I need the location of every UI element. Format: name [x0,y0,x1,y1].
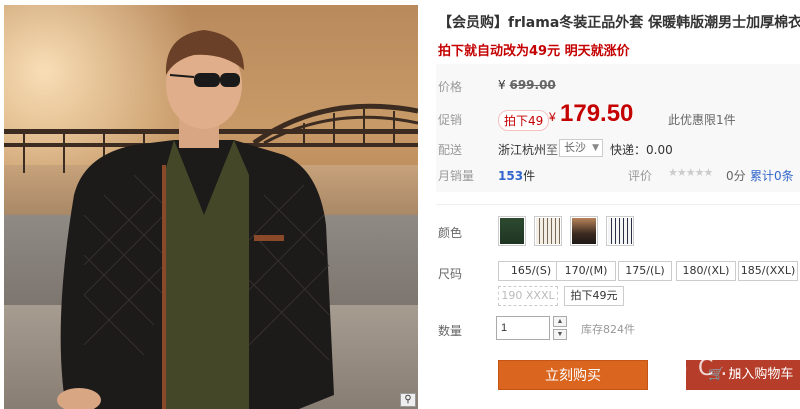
price-currency-symbol: ¥ [549,110,556,124]
current-price: 179.50 [560,100,634,127]
color-label: 颜色 [438,226,463,240]
watermark-text: C ... [698,356,742,381]
product-photo[interactable]: ⚲ [4,5,418,409]
color-swatch-brown[interactable] [570,216,598,246]
promo-badge: 拍下49 [498,110,550,131]
promo-limit-text: 此优惠限1件 [668,113,736,127]
watermark-logo: tt [660,356,687,389]
quantity-decrease-icon[interactable]: ▼ [553,329,567,340]
size-option-xxxl: 190 XXXL [498,286,558,306]
quantity-increase-icon[interactable]: ▲ [553,316,567,327]
cumulative-count: 0 [774,169,782,183]
size-option-l[interactable]: 175/(L) [618,261,672,281]
color-swatch-white-striped[interactable] [534,216,562,246]
shipping-label: 配送 [438,143,463,157]
destination-city-select[interactable]: 长沙 ▼ [559,139,603,157]
cumulative-prefix: 累计 [750,169,775,183]
shipping-fee: 快递：0.00 [610,143,673,157]
rating-label: 评价 [628,169,653,183]
stock-count: 库存824件 [581,323,635,336]
monthly-sales-label: 月销量 [438,169,475,183]
size-option-m[interactable]: 170/(M) [556,261,616,281]
original-price: ¥ 699.00 [498,78,556,92]
size-option-xl[interactable]: 180/(XL) [676,261,736,281]
monthly-sales-count: 153 [498,169,524,183]
color-swatch-navy-striped[interactable] [606,216,634,246]
product-title: 【会员购】frlama冬装正品外套 保暖韩版潮男士加厚棉衣男装 [438,15,800,31]
size-option-promo[interactable]: 拍下49元 [564,286,624,306]
currency-symbol: ¥ [498,78,506,92]
quantity-label: 数量 [438,324,463,338]
size-option-xxl[interactable]: 185/(XXL) [738,261,798,281]
rating-stars-icon: ★★★★★ [668,167,713,179]
rating-score: 0分 [726,169,746,183]
chevron-down-icon: ▼ [592,143,599,153]
quantity-input[interactable]: 1 [496,316,550,340]
zoom-icon[interactable]: ⚲ [400,393,416,407]
monthly-sales-unit: 件 [523,169,536,183]
buy-now-button[interactable]: 立刻购买 [498,360,648,390]
monthly-sales: 153件 [498,167,535,184]
ship-origin: 浙江杭州 [498,143,547,157]
cumulative-reviews-link[interactable]: 累计0条 [750,167,794,184]
size-option-s[interactable]: 165/(S) [498,261,564,281]
promo-label: 促销 [438,113,463,127]
product-info-panel: 【会员购】frlama冬装正品外套 保暖韩版潮男士加厚棉衣男装 拍下就自动改为4… [436,0,800,409]
promo-text: 拍下就自动改为49元 明天就涨价 [438,44,630,59]
destination-city-value: 长沙 [564,141,586,154]
ship-to-word: 至 [546,143,559,157]
color-swatch-dark-green[interactable] [498,216,526,246]
price-label: 价格 [438,80,463,94]
size-label: 尺码 [438,267,463,281]
divider [436,204,800,205]
cumulative-suffix: 条 [781,169,794,183]
photo-model [57,30,334,409]
original-price-value: 699.00 [509,78,556,92]
